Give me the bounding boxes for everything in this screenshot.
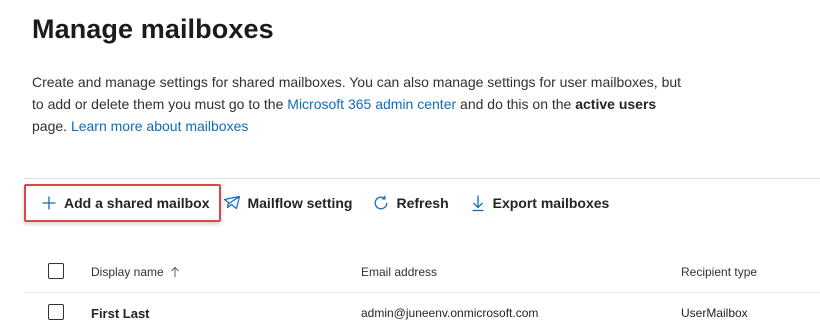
export-mailboxes-button[interactable]: Export mailboxes <box>457 184 618 222</box>
row-recipient-type: UserMailbox <box>681 306 748 320</box>
refresh-icon <box>372 194 390 212</box>
mailflow-setting-button[interactable]: Mailflow setting <box>223 184 360 222</box>
toolbar-divider <box>24 178 820 179</box>
export-mailboxes-label: Export mailboxes <box>492 195 610 211</box>
add-shared-mailbox-button[interactable]: Add a shared mailbox <box>24 184 222 222</box>
display-name-header-label: Display name <box>91 265 164 279</box>
page-description: Create and manage settings for shared ma… <box>32 71 692 137</box>
command-bar: Add a shared mailbox Mailflow setting Re… <box>24 183 617 223</box>
plus-icon <box>40 194 58 212</box>
row-display-name[interactable]: First Last <box>91 293 150 333</box>
select-all-checkbox[interactable] <box>48 263 64 279</box>
recipient-type-header-label: Recipient type <box>681 265 758 279</box>
description-text-2: and do this on the <box>456 96 576 112</box>
mail-send-icon <box>223 194 241 212</box>
download-arrow-icon <box>469 194 487 212</box>
admin-center-link[interactable]: Microsoft 365 admin center <box>287 96 456 112</box>
table-header-row: Display name Email address Recipient typ… <box>24 252 820 293</box>
description-text-3: page. <box>32 118 71 134</box>
sort-ascending-icon <box>170 266 180 278</box>
email-header-label: Email address <box>361 265 438 279</box>
refresh-button[interactable]: Refresh <box>360 184 456 222</box>
table-row[interactable]: First Last admin@juneenv.onmicrosoft.com… <box>24 293 820 333</box>
row-checkbox[interactable] <box>48 304 64 320</box>
column-header-display-name[interactable]: Display name <box>91 252 180 292</box>
learn-more-link[interactable]: Learn more about mailboxes <box>71 118 248 134</box>
column-header-recipient-type[interactable]: Recipient type <box>681 252 757 292</box>
row-email: admin@juneenv.onmicrosoft.com <box>361 306 539 320</box>
add-shared-mailbox-label: Add a shared mailbox <box>64 195 210 211</box>
mailflow-setting-label: Mailflow setting <box>247 195 353 211</box>
active-users-text: active users <box>575 96 657 112</box>
column-header-email[interactable]: Email address <box>361 252 437 292</box>
page-title: Manage mailboxes <box>32 14 274 44</box>
refresh-label: Refresh <box>396 195 449 211</box>
